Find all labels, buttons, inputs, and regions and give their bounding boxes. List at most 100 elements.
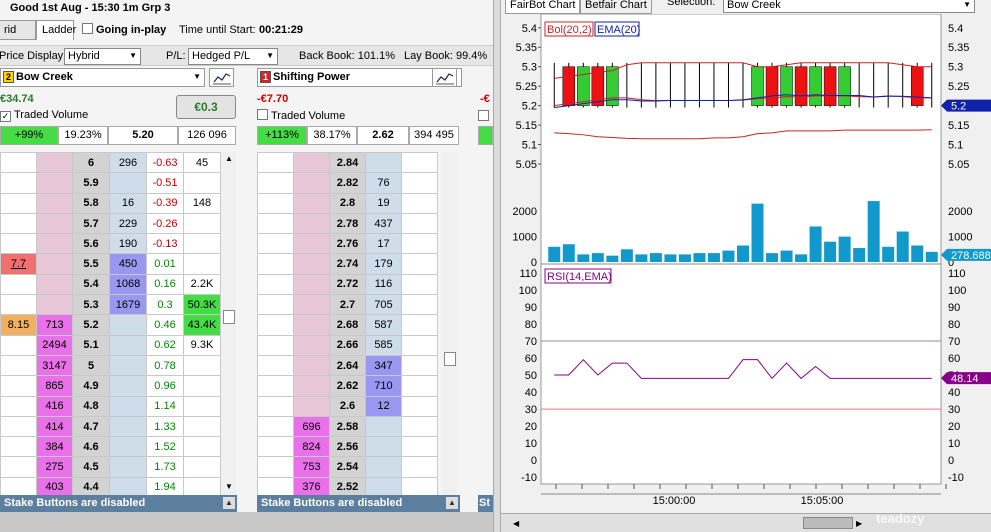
lay-cell[interactable] [293,354,330,377]
chart-icon[interactable] [209,68,234,87]
back-cell[interactable]: 710 [365,375,402,397]
back-cell[interactable]: 190 [109,233,147,255]
lay-cell[interactable] [36,151,73,174]
pl-select[interactable]: Hedged P/L ▼ [188,48,278,65]
back-cell[interactable]: 705 [365,294,402,316]
pl-cell[interactable] [0,354,37,377]
lay-cell[interactable]: 3147 [36,354,73,377]
lay-cell[interactable] [293,151,330,174]
chart-scroll-thumb[interactable] [803,517,853,529]
pl-cell[interactable] [0,233,37,255]
cashout-button[interactable]: €0.3 [176,95,236,119]
back-cell[interactable] [109,375,147,397]
lay-cell[interactable] [293,253,330,275]
back-cell[interactable] [109,314,147,336]
pl-cell[interactable] [0,273,37,296]
lay-cell[interactable] [293,375,330,397]
price-display-select[interactable]: Hybrid ▼ [64,48,141,65]
back-cell[interactable]: 585 [365,334,402,356]
lay-cell[interactable] [36,212,73,235]
scroll-left-icon[interactable]: ◀ [513,519,519,528]
lay-cell[interactable]: 824 [293,436,330,458]
tab-fairbot-chart[interactable]: FairBot Chart [505,0,581,14]
back-cell[interactable]: 179 [365,253,402,275]
lay-cell[interactable]: 865 [36,375,73,397]
lay-cell[interactable] [293,334,330,356]
traded-volume-toggle[interactable]: Traded Volume [257,109,345,122]
traded-volume-checkbox[interactable]: ✓ [0,111,11,122]
pl-cell[interactable]: 8.15 [0,314,37,336]
back-cell[interactable]: 1068 [109,273,147,296]
back-cell[interactable] [365,456,402,478]
scroll-up-icon[interactable]: ▲ [225,154,233,163]
back-cell[interactable] [109,456,147,478]
back-cell[interactable] [365,415,402,438]
pl-cell[interactable] [0,456,37,478]
lay-cell[interactable] [293,273,330,296]
back-cell[interactable] [109,415,147,438]
back-cell[interactable]: 16 [109,192,147,214]
splitter[interactable] [493,0,501,532]
lay-cell[interactable]: 414 [36,415,73,438]
lay-cell[interactable]: 713 [36,314,73,336]
scroll-down-icon[interactable]: ▼ [225,482,233,491]
lay-cell[interactable] [36,192,73,214]
ladder-scrollbar[interactable]: ▲ ▼ [222,152,236,496]
pl-cell[interactable] [0,172,37,194]
back-cell[interactable]: 19 [365,192,402,214]
pl-cell[interactable] [0,415,37,438]
lay-cell[interactable]: 416 [36,395,73,417]
back-cell[interactable]: 76 [365,172,402,194]
lay-cell[interactable]: 753 [293,456,330,478]
back-cell[interactable]: 347 [365,354,402,377]
pl-cell[interactable] [0,212,37,235]
lay-cell[interactable] [293,395,330,417]
tab-betfair-chart[interactable]: Betfair Chart [580,0,652,14]
chevron-down-icon[interactable]: ▼ [193,72,201,81]
going-inplay-toggle[interactable]: Going in-play [82,23,166,36]
lay-cell[interactable] [293,192,330,214]
selection-select[interactable]: Bow Creek ▼ [723,0,975,13]
back-cell[interactable] [109,436,147,458]
back-cell[interactable]: 12 [365,395,402,417]
lay-cell[interactable] [293,233,330,255]
back-cell[interactable]: 587 [365,314,402,336]
traded-volume-checkbox[interactable] [257,109,268,120]
back-cell[interactable] [365,151,402,174]
back-cell[interactable] [365,436,402,458]
selection-name[interactable]: 2 Bow Creek ▼ [0,68,205,87]
back-cell[interactable]: 450 [109,253,147,275]
pl-cell[interactable] [0,192,37,214]
lay-cell[interactable] [293,212,330,235]
pl-cell[interactable] [0,436,37,458]
pl-cell[interactable]: 7.7 [0,253,37,275]
back-cell[interactable]: 17 [365,233,402,255]
lay-cell[interactable] [36,273,73,296]
lay-cell[interactable]: 2494 [36,334,73,356]
pl-cell[interactable] [0,151,37,174]
lay-cell[interactable] [36,233,73,255]
back-cell[interactable] [109,334,147,356]
partial-checkbox[interactable] [478,110,489,121]
back-cell[interactable]: 116 [365,273,402,296]
chart-icon[interactable] [432,68,457,87]
pl-cell[interactable] [0,375,37,397]
back-cell[interactable] [109,172,147,194]
pl-cell[interactable] [0,395,37,417]
back-cell[interactable]: 1679 [109,294,147,316]
back-cell[interactable] [109,395,147,417]
lay-cell[interactable]: 384 [36,436,73,458]
lay-cell[interactable] [36,253,73,275]
pl-cell[interactable] [0,294,37,316]
expand-icon[interactable]: ▲ [446,497,458,509]
back-cell[interactable]: 229 [109,212,147,235]
scroll-thumb[interactable] [223,310,235,324]
scroll-thumb[interactable] [444,352,456,366]
price-chart[interactable]: 5.4 5.4 5.35 5.35 5.3 5.3 5.25 5.25 5.2 5.2 5.15 5.… [501,14,991,513]
scroll-right-icon[interactable]: ▶ [856,519,862,528]
tab-grid[interactable]: rid [0,20,36,40]
lay-cell[interactable] [36,294,73,316]
going-inplay-checkbox[interactable] [82,23,93,34]
back-cell[interactable]: 296 [109,151,147,174]
lay-cell[interactable] [293,314,330,336]
